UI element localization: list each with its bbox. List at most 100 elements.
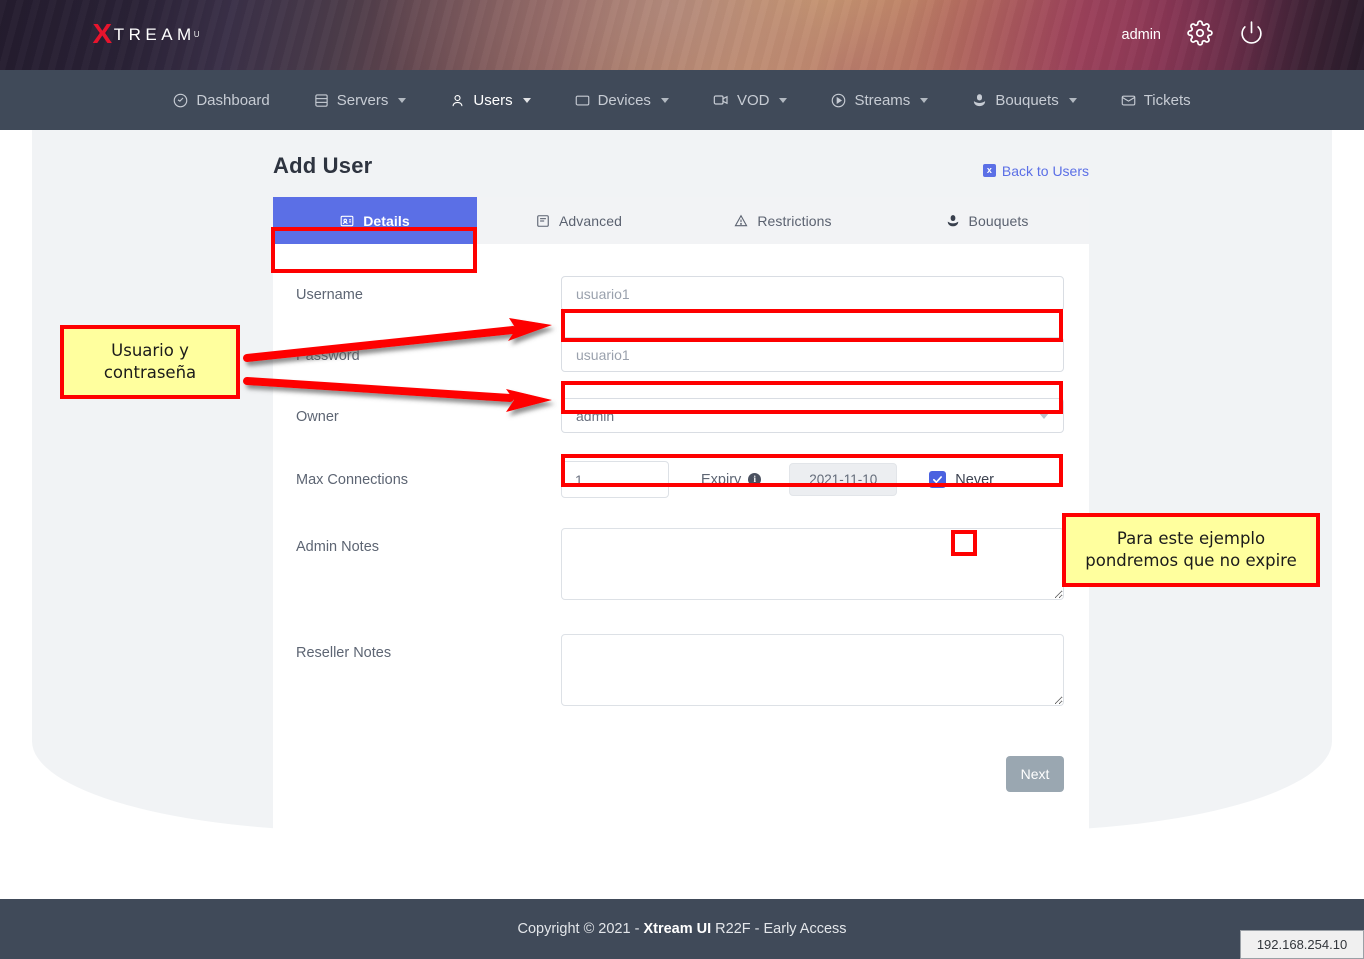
chevron-down-icon — [523, 98, 531, 103]
username-input[interactable] — [561, 276, 1064, 311]
max-connections-input[interactable] — [561, 461, 669, 498]
chevron-down-icon — [920, 98, 928, 103]
password-label: Password — [296, 337, 561, 364]
tab-details[interactable]: Details — [273, 197, 477, 244]
nav-item-devices[interactable]: Devices — [553, 70, 691, 130]
server-icon — [314, 93, 329, 108]
expiry-label-group: Expiry i — [701, 472, 761, 488]
play-circle-icon — [831, 93, 846, 108]
max-connections-label: Max Connections — [296, 461, 561, 488]
app-header: X TREAM U admin — [0, 0, 1364, 70]
chevron-down-icon — [779, 98, 787, 103]
never-label: Never — [955, 472, 994, 488]
logo-wordmark: TREAM — [114, 26, 196, 43]
sliders-icon — [536, 214, 550, 228]
user-icon — [450, 93, 465, 108]
tab-label-bouquets: Bouquets — [969, 213, 1029, 229]
owner-selected-value: admin — [576, 408, 614, 424]
nav-item-servers[interactable]: Servers — [292, 70, 429, 130]
nav-label-bouquets: Bouquets — [995, 92, 1058, 109]
never-checkbox[interactable] — [929, 471, 946, 488]
username-label: Username — [296, 276, 561, 303]
tab-restrictions[interactable]: Restrictions — [681, 197, 885, 244]
footer-copyright: Copyright © 2021 - Xtream UI R22F - Earl… — [517, 921, 846, 937]
field-row-username: Username — [296, 276, 1064, 311]
bouquet-icon — [946, 214, 960, 228]
tab-label-advanced: Advanced — [559, 213, 622, 229]
info-icon[interactable]: i — [748, 473, 761, 486]
app-footer: Copyright © 2021 - Xtream UI R22F - Earl… — [0, 899, 1364, 959]
page-title: Add User — [273, 153, 372, 179]
field-row-owner: Owner admin — [296, 398, 1064, 433]
form-tabs: Details Advanced — [273, 197, 1089, 244]
ip-address-badge: 192.168.254.10 — [1240, 930, 1364, 959]
envelope-icon — [1121, 93, 1136, 108]
video-icon — [713, 92, 729, 108]
nav-item-users[interactable]: Users — [428, 70, 552, 130]
owner-label: Owner — [296, 398, 561, 425]
tab-label-details: Details — [363, 213, 410, 229]
back-to-users-link[interactable]: x Back to Users — [983, 163, 1089, 179]
tab-label-restrictions: Restrictions — [757, 213, 831, 229]
field-row-password: Password — [296, 337, 1064, 372]
nav-label-vod: VOD — [737, 92, 770, 109]
nav-item-vod[interactable]: VOD — [691, 70, 810, 130]
nav-label-dashboard: Dashboard — [196, 92, 269, 109]
annotation-note-expiry: Para este ejemplo pondremos que no expir… — [1062, 513, 1320, 587]
logo-superscript: U — [194, 30, 200, 39]
chevron-down-icon — [1039, 413, 1049, 419]
admin-notes-label: Admin Notes — [296, 528, 561, 555]
field-row-admin-notes: Admin Notes — [296, 528, 1064, 600]
nav-item-tickets[interactable]: Tickets — [1099, 70, 1213, 130]
chevron-down-icon — [1069, 98, 1077, 103]
owner-select[interactable]: admin — [561, 398, 1064, 433]
reseller-notes-textarea[interactable] — [561, 634, 1064, 706]
chevron-down-icon — [661, 98, 669, 103]
page-content: Add User x Back to Users — [273, 130, 1089, 867]
field-row-max-connections: Max Connections Expiry i 2021-11-10 — [296, 461, 1064, 498]
back-to-users-label: Back to Users — [1002, 163, 1089, 179]
app-root: X TREAM U admin — [0, 0, 1364, 959]
footer-copyright-pre: Copyright © 2021 - — [517, 921, 643, 937]
header-actions: admin — [1122, 0, 1265, 70]
power-icon[interactable] — [1239, 20, 1264, 50]
never-expire-group: Never — [929, 471, 994, 488]
expiry-date-picker[interactable]: 2021-11-10 — [789, 463, 897, 496]
close-icon: x — [983, 164, 996, 177]
next-button[interactable]: Next — [1006, 756, 1064, 792]
warning-icon — [734, 214, 748, 228]
page-header: Add User x Back to Users — [273, 130, 1089, 179]
expiry-label: Expiry — [701, 472, 741, 488]
bouquet-icon — [972, 93, 987, 108]
nav-label-users: Users — [473, 92, 512, 109]
admin-notes-textarea[interactable] — [561, 528, 1064, 600]
reseller-notes-label: Reseller Notes — [296, 634, 561, 661]
connections-expiry-group: Expiry i 2021-11-10 Never — [561, 461, 994, 498]
nav-item-dashboard[interactable]: Dashboard — [151, 70, 291, 130]
details-form: Username Password Owner admin — [273, 244, 1089, 756]
user-form-card: Details Advanced — [273, 197, 1089, 867]
nav-item-streams[interactable]: Streams — [809, 70, 950, 130]
nav-label-tickets: Tickets — [1144, 92, 1191, 109]
gear-icon[interactable] — [1187, 20, 1213, 51]
tab-advanced[interactable]: Advanced — [477, 197, 681, 244]
id-card-icon — [340, 214, 354, 228]
device-icon — [575, 93, 590, 108]
field-row-reseller-notes: Reseller Notes — [296, 634, 1064, 706]
xtream-logo[interactable]: X TREAM U — [93, 20, 199, 48]
annotation-note-credentials: Usuario y contraseña — [60, 325, 240, 399]
logo-x-mark: X — [93, 20, 112, 48]
dashboard-icon — [173, 93, 188, 108]
nav-item-bouquets[interactable]: Bouquets — [950, 70, 1098, 130]
footer-copyright-post: R22F - Early Access — [711, 921, 846, 937]
header-username[interactable]: admin — [1122, 27, 1162, 43]
nav-label-streams: Streams — [854, 92, 910, 109]
nav-label-servers: Servers — [337, 92, 389, 109]
nav-label-devices: Devices — [598, 92, 651, 109]
password-input[interactable] — [561, 337, 1064, 372]
form-actions: Next — [273, 756, 1089, 802]
footer-brand: Xtream UI — [643, 921, 711, 937]
chevron-down-icon — [398, 98, 406, 103]
tab-bouquets[interactable]: Bouquets — [885, 197, 1089, 244]
main-navigation: Dashboard Servers Users — [0, 70, 1364, 130]
